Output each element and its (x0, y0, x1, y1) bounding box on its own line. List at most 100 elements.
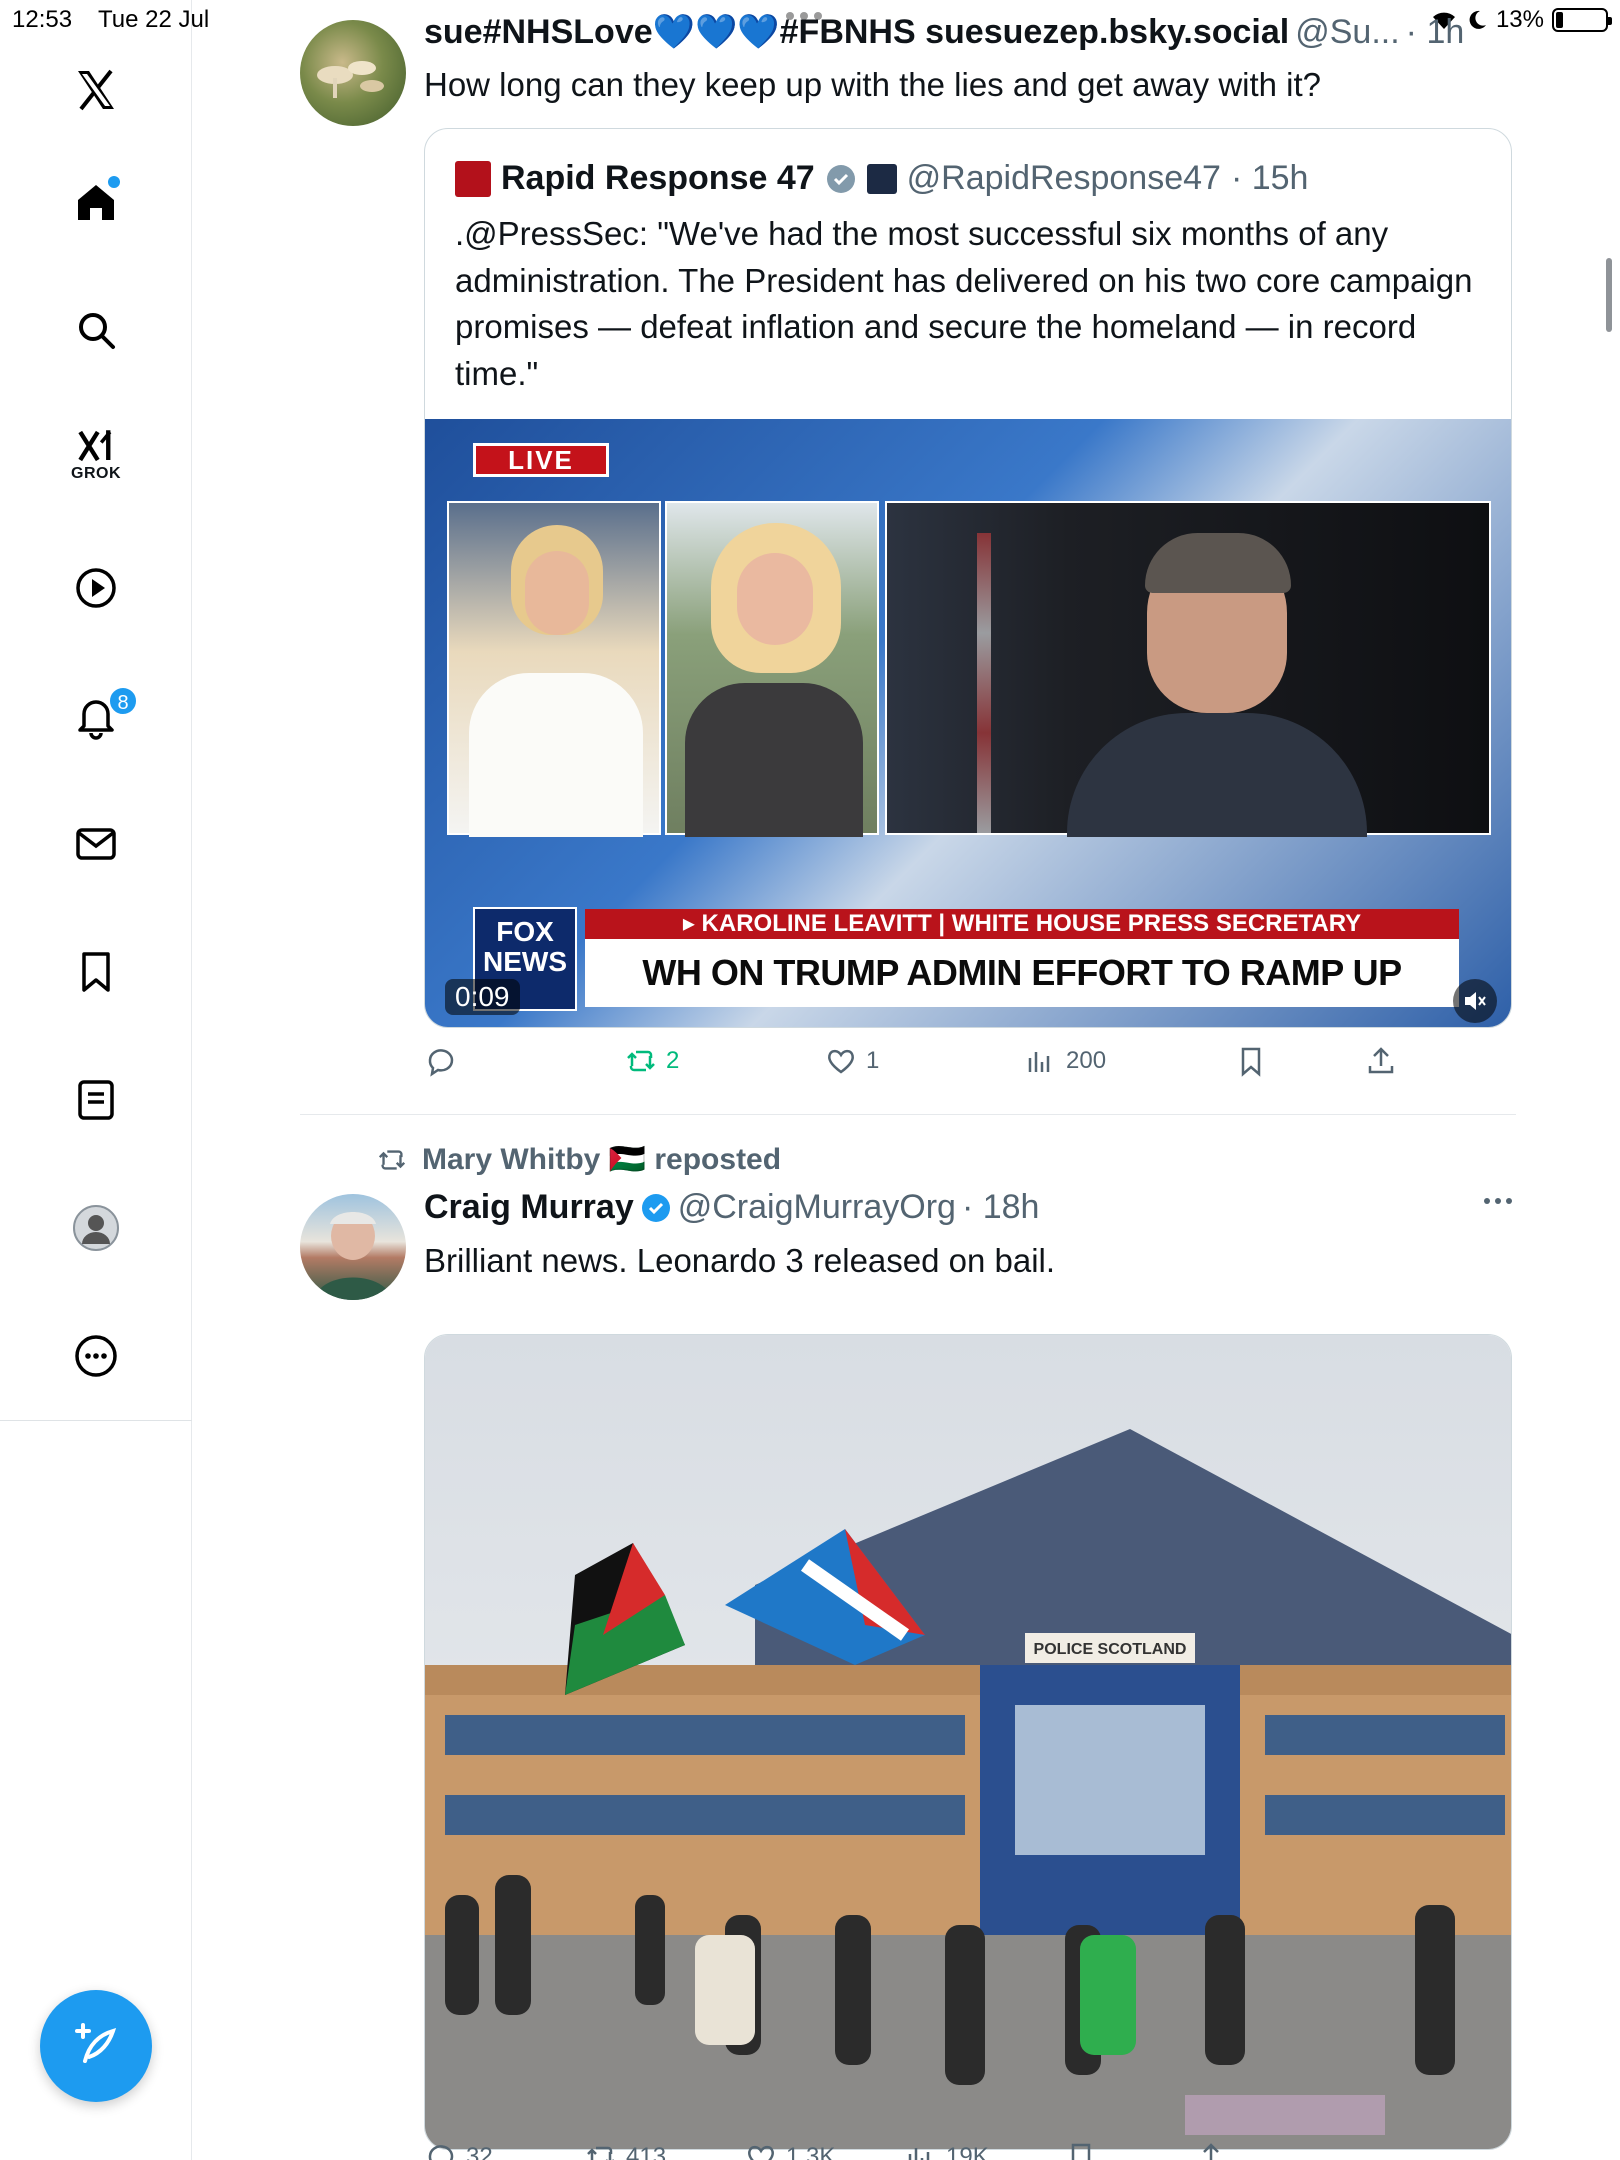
reply-count: 32 (466, 2143, 493, 2160)
quoted-tweet[interactable]: Rapid Response 47 @RapidResponse47 · 15h… (424, 128, 1512, 1028)
video-panel-right (885, 501, 1491, 837)
repost-button[interactable]: 2 (624, 1044, 679, 1078)
sidebar-divider (0, 1420, 192, 1421)
handle[interactable]: @Su... (1295, 13, 1399, 52)
views-chart-icon (908, 2148, 930, 2160)
police-sign-text: POLICE SCOTLAND (1034, 1641, 1187, 1658)
nav-explore[interactable] (56, 290, 136, 370)
bookmark-button[interactable] (1064, 2140, 1098, 2160)
nav-bookmarks[interactable] (56, 932, 136, 1012)
tweet-header: Craig Murray @CraigMurrayOrg · 18h (424, 1188, 1039, 1227)
reply-button[interactable]: 32 (424, 2140, 493, 2160)
like-button[interactable]: 1 (824, 1044, 879, 1078)
tweet-text: Brilliant news. Leonardo 3 released on b… (424, 1242, 1056, 1279)
reply-button[interactable] (424, 1044, 466, 1078)
avatar-image (317, 61, 384, 98)
nav-lists[interactable] (56, 1060, 136, 1140)
mail-icon (76, 828, 116, 860)
list-icon (78, 1080, 114, 1120)
quote-timestamp: · 15h (1230, 159, 1309, 197)
nav-home[interactable] (56, 162, 136, 242)
views-button[interactable]: 19K (904, 2140, 989, 2160)
nav-grok[interactable]: GROK (56, 414, 136, 494)
grok-label: GROK (71, 465, 121, 482)
heart-icon (828, 1049, 854, 1074)
tweet-text: How long can they keep up with the lies … (424, 66, 1322, 103)
repost-small-icon (378, 1149, 406, 1170)
views-count: 200 (1066, 1047, 1107, 1074)
share-icon (1368, 1047, 1394, 1074)
verified-blue-icon (641, 1193, 670, 1222)
tweet-actions: 32 413 1.3K 19K (424, 2140, 1512, 2160)
scrollbar[interactable] (1606, 258, 1612, 332)
bookmark-icon (1071, 2143, 1091, 2160)
video-duration: 0:09 (445, 979, 520, 1015)
timestamp[interactable]: · 1h (1406, 13, 1465, 52)
compose-post-button[interactable] (40, 1990, 152, 2102)
timeline: sue#NHSLove💙💙💙#FBNHS suesuezep.bsky.soci… (192, 0, 1620, 2160)
compose-feather-icon (75, 2023, 117, 2063)
avatar[interactable] (300, 20, 406, 126)
avatar-image (314, 1212, 392, 1300)
share-icon (1203, 2143, 1219, 2160)
like-count: 1 (866, 1047, 880, 1074)
nav-messages[interactable] (56, 804, 136, 884)
home-unread-dot (108, 176, 120, 188)
speaker-muted-icon (1465, 992, 1486, 1010)
video-panel-left (447, 501, 661, 837)
handle[interactable]: @CraigMurrayOrg (678, 1188, 956, 1227)
views-count: 19K (946, 2143, 989, 2160)
tweet[interactable]: sue#NHSLove💙💙💙#FBNHS suesuezep.bsky.soci… (300, 0, 1516, 1110)
views-chart-icon (1028, 1052, 1050, 1072)
views-button[interactable]: 200 (1024, 1044, 1106, 1078)
tweet-photo[interactable]: POLICE SCOTLAND (424, 1334, 1512, 2150)
avatar[interactable] (300, 1194, 406, 1300)
heart-icon (748, 2145, 774, 2160)
repost-count: 2 (666, 1047, 680, 1074)
bookmark-button[interactable] (1234, 1044, 1268, 1078)
reply-icon (428, 1049, 454, 1077)
photo-police-station: POLICE SCOTLAND (425, 1335, 1511, 2149)
tweet-actions: 2 1 200 (424, 1044, 1512, 1088)
x-logo-icon (78, 69, 114, 111)
search-icon (79, 313, 115, 349)
tweet[interactable]: Mary Whitby 🇵🇸 reposted Craig Murray @Cr… (300, 1130, 1516, 2160)
reply-icon (428, 2145, 454, 2160)
repost-icon (587, 2146, 614, 2160)
repost-context[interactable]: Mary Whitby 🇵🇸 reposted (376, 1142, 781, 1177)
display-name[interactable]: sue#NHSLove💙💙💙#FBNHS suesuezep.bsky.soci… (424, 12, 1289, 52)
nav-more[interactable] (56, 1316, 136, 1396)
bookmark-icon (82, 952, 110, 992)
quote-avatar (455, 160, 491, 197)
sidebar: GROK 8 (0, 0, 192, 2160)
tweet-separator (300, 1114, 1516, 1115)
quote-display-name: Rapid Response 47 (501, 159, 815, 197)
like-count: 1.3K (786, 2143, 836, 2160)
repost-count: 413 (626, 2143, 667, 2160)
display-name[interactable]: Craig Murray (424, 1188, 634, 1227)
mute-button[interactable] (1453, 979, 1497, 1023)
profile-avatar-icon (73, 1205, 119, 1251)
quote-text: .@PressSec: "We've had the most successf… (455, 215, 1473, 392)
repost-icon (627, 1050, 655, 1072)
repost-button[interactable]: 413 (584, 2140, 666, 2160)
lower-third-top: ▸ KAROLINE LEAVITT | WHITE HOUSE PRESS S… (585, 909, 1459, 939)
lower-third-headline: WH ON TRUMP ADMIN EFFORT TO RAMP UP DEPO… (585, 939, 1459, 1027)
timestamp[interactable]: · 18h (962, 1188, 1040, 1227)
nav-videos[interactable] (56, 548, 136, 628)
nav-profile[interactable] (56, 1188, 136, 1268)
verified-gray-icon (826, 164, 855, 193)
grok-icon (78, 430, 112, 462)
x-logo-button[interactable] (56, 50, 136, 130)
video-player[interactable]: LIVE FOX NEWS ▸ KAROLINE LEAVITT | WHITE… (425, 419, 1511, 1027)
quote-header: Rapid Response 47 @RapidResponse47 · 15h (455, 159, 1308, 198)
share-button[interactable] (1194, 2140, 1228, 2160)
share-button[interactable] (1364, 1044, 1398, 1078)
like-button[interactable]: 1.3K (744, 2140, 835, 2160)
nav-notifications[interactable]: 8 (56, 676, 138, 756)
more-circle-icon (75, 1335, 117, 1377)
live-badge: LIVE (473, 443, 609, 477)
notifications-badge: 8 (108, 686, 138, 716)
more-options-button[interactable] (1484, 1198, 1512, 1204)
quote-handle: @RapidResponse47 (906, 159, 1221, 197)
